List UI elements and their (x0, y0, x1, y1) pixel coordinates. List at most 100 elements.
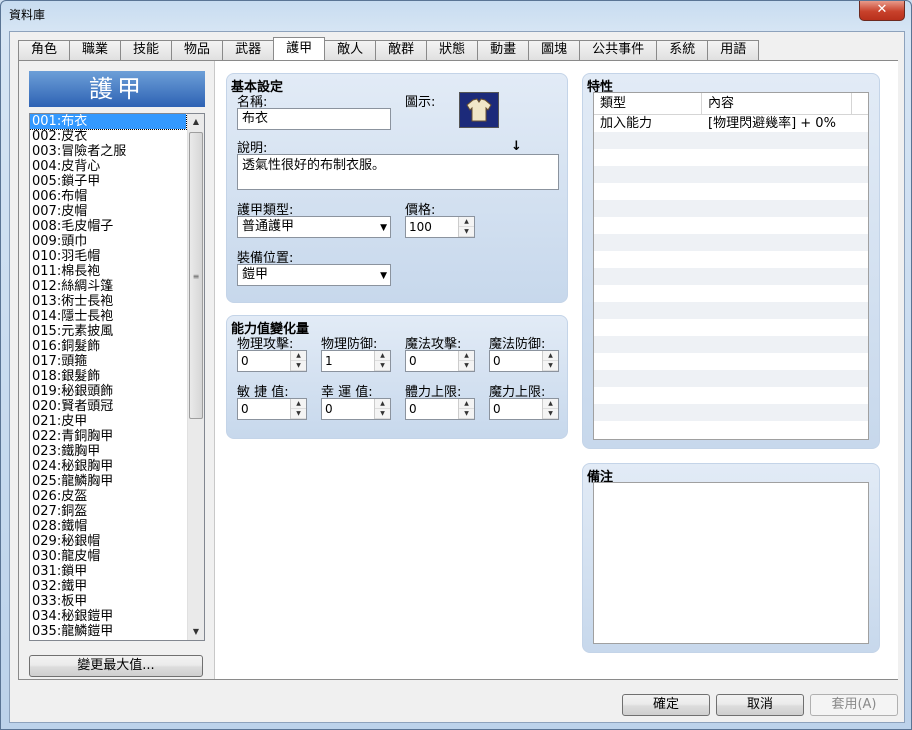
tab-0[interactable]: 角色 (18, 40, 71, 60)
list-item[interactable]: 026:皮盔 (30, 489, 186, 504)
list-item[interactable]: 008:毛皮帽子 (30, 219, 186, 234)
equip-slot-select[interactable]: 鎧甲 ▼ (237, 264, 391, 286)
list-item[interactable]: 031:鎖甲 (30, 564, 186, 579)
trait-row[interactable] (594, 234, 868, 251)
param-stepper[interactable]: 0 ▲ ▼ (405, 398, 475, 420)
spin-up-icon[interactable]: ▲ (459, 217, 474, 227)
tab-9[interactable]: 動畫 (477, 40, 530, 60)
armor-list[interactable]: 001:布衣 002:皮衣 003:冒險者之服 004:皮背心 005:鎖子甲 006:布… (29, 113, 205, 641)
param-stepper[interactable]: 1 ▲ ▼ (321, 350, 391, 372)
list-item[interactable]: 003:冒險者之服 (30, 144, 186, 159)
list-item[interactable]: 022:青銅胸甲 (30, 429, 186, 444)
tab-11[interactable]: 公共事件 (579, 40, 658, 60)
list-item[interactable]: 015:元素披風 (30, 324, 186, 339)
list-item[interactable]: 005:鎖子甲 (30, 174, 186, 189)
spin-up-icon[interactable]: ▲ (375, 399, 390, 409)
list-item[interactable]: 028:鐵帽 (30, 519, 186, 534)
cancel-button[interactable]: 取消 (716, 694, 804, 716)
list-item[interactable]: 020:賢者頭冠 (30, 399, 186, 414)
tab-5[interactable]: 護甲 (273, 37, 326, 60)
trait-row[interactable] (594, 421, 868, 438)
change-max-button[interactable]: 變更最大值... (29, 655, 203, 677)
armor-icon[interactable] (459, 92, 499, 128)
list-item[interactable]: 024:秘銀胸甲 (30, 459, 186, 474)
trait-row[interactable] (594, 200, 868, 217)
trait-row[interactable] (594, 132, 868, 149)
trait-row[interactable] (594, 183, 868, 200)
param-stepper[interactable]: 0 ▲ ▼ (489, 398, 559, 420)
spin-down-icon[interactable]: ▼ (543, 361, 558, 371)
param-stepper[interactable]: 0 ▲ ▼ (405, 350, 475, 372)
spin-down-icon[interactable]: ▼ (375, 409, 390, 419)
tab-7[interactable]: 敵群 (375, 40, 428, 60)
close-button[interactable]: ✕ (859, 1, 905, 21)
list-item[interactable]: 006:布帽 (30, 189, 186, 204)
notes-field[interactable] (593, 482, 869, 644)
list-item[interactable]: 012:絲綢斗篷 (30, 279, 186, 294)
list-item[interactable]: 032:鐵甲 (30, 579, 186, 594)
list-item[interactable]: 033:板甲 (30, 594, 186, 609)
spin-down-icon[interactable]: ▼ (543, 409, 558, 419)
trait-row[interactable] (594, 285, 868, 302)
spin-up-icon[interactable]: ▲ (459, 399, 474, 409)
spin-up-icon[interactable]: ▲ (375, 351, 390, 361)
list-scrollbar[interactable]: ▲ ≡ ▼ (187, 114, 204, 640)
spin-down-icon[interactable]: ▼ (375, 361, 390, 371)
list-item[interactable]: 011:棉長袍 (30, 264, 186, 279)
list-item[interactable]: 004:皮背心 (30, 159, 186, 174)
param-stepper[interactable]: 0 ▲ ▼ (489, 350, 559, 372)
scroll-down-icon[interactable]: ▼ (188, 624, 204, 640)
description-field[interactable]: 透氣性很好的布制衣服。 (237, 154, 559, 190)
spin-up-icon[interactable]: ▲ (543, 399, 558, 409)
apply-button[interactable]: 套用(A) (810, 694, 898, 716)
param-stepper[interactable]: 0 ▲ ▼ (237, 350, 307, 372)
trait-row[interactable] (594, 353, 868, 370)
list-item[interactable]: 021:皮甲 (30, 414, 186, 429)
tab-6[interactable]: 敵人 (324, 40, 377, 60)
spin-down-icon[interactable]: ▼ (459, 361, 474, 371)
traits-table[interactable]: 類型 內容 加入能力 [物理閃避幾率] + 0% (593, 92, 869, 440)
trait-row[interactable] (594, 404, 868, 421)
list-item[interactable]: 027:銅盔 (30, 504, 186, 519)
trait-row[interactable] (594, 387, 868, 404)
tab-12[interactable]: 系統 (656, 40, 709, 60)
list-item[interactable]: 030:龍皮帽 (30, 549, 186, 564)
ok-button[interactable]: 確定 (622, 694, 710, 716)
spin-up-icon[interactable]: ▲ (543, 351, 558, 361)
trait-row[interactable] (594, 251, 868, 268)
list-item[interactable]: 007:皮帽 (30, 204, 186, 219)
spin-down-icon[interactable]: ▼ (459, 227, 474, 237)
list-item[interactable]: 017:頭箍 (30, 354, 186, 369)
param-stepper[interactable]: 0 ▲ ▼ (321, 398, 391, 420)
tab-13[interactable]: 用語 (707, 40, 760, 60)
list-item[interactable]: 001:布衣 (30, 114, 187, 130)
list-item[interactable]: 035:龍鱗鎧甲 (30, 624, 186, 639)
tab-4[interactable]: 武器 (222, 40, 275, 60)
spin-down-icon[interactable]: ▼ (291, 361, 306, 371)
list-item[interactable]: 023:鐵胸甲 (30, 444, 186, 459)
list-item[interactable]: 010:羽毛帽 (30, 249, 186, 264)
list-item[interactable]: 025:龍鱗胸甲 (30, 474, 186, 489)
tab-8[interactable]: 狀態 (426, 40, 479, 60)
price-stepper[interactable]: 100 ▲ ▼ (405, 216, 475, 238)
col-header-type[interactable]: 類型 (594, 93, 702, 115)
tab-10[interactable]: 圖塊 (528, 40, 581, 60)
trait-row[interactable] (594, 370, 868, 387)
list-item[interactable]: 029:秘銀帽 (30, 534, 186, 549)
list-item[interactable]: 014:隱士長袍 (30, 309, 186, 324)
trait-row[interactable]: 加入能力 [物理閃避幾率] + 0% (594, 115, 868, 132)
trait-row[interactable] (594, 268, 868, 285)
list-item[interactable]: 019:秘銀頭飾 (30, 384, 186, 399)
trait-row[interactable] (594, 336, 868, 353)
param-stepper[interactable]: 0 ▲ ▼ (237, 398, 307, 420)
list-item[interactable]: 034:秘銀鎧甲 (30, 609, 186, 624)
tab-3[interactable]: 物品 (171, 40, 224, 60)
scroll-thumb[interactable]: ≡ (189, 132, 203, 419)
list-item[interactable]: 009:頭巾 (30, 234, 186, 249)
trait-row[interactable] (594, 166, 868, 183)
name-field[interactable]: 布衣 (237, 108, 391, 130)
spin-up-icon[interactable]: ▲ (291, 351, 306, 361)
trait-row[interactable] (594, 149, 868, 166)
tab-1[interactable]: 職業 (69, 40, 122, 60)
scroll-up-icon[interactable]: ▲ (188, 114, 204, 130)
